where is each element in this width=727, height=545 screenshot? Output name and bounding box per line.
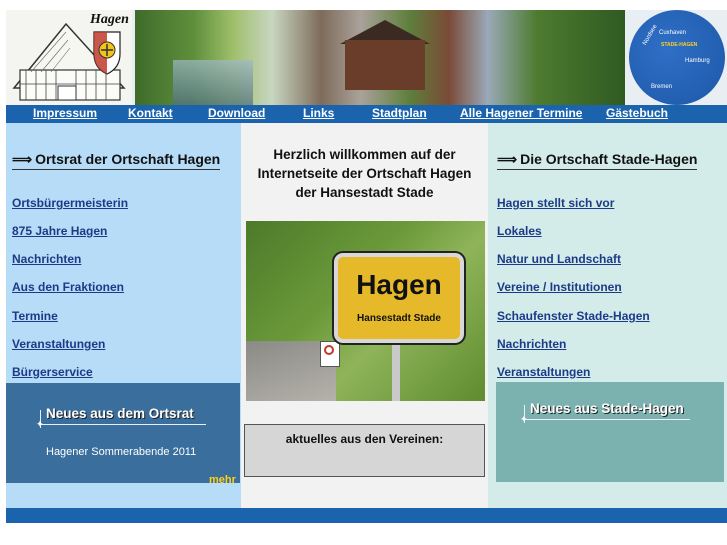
map-label-bremen: Bremen: [651, 84, 673, 90]
link-fraktionen[interactable]: Aus den Fraktionen: [12, 280, 124, 294]
town-sign: Hagen Hansestadt Stade: [334, 253, 464, 343]
header-banner: Hagen Nordsee Cuxhaven STADE-HAGEN Hambu…: [6, 10, 727, 105]
news-item[interactable]: Hagener Sommerabende 2011: [46, 446, 196, 458]
link-lokales[interactable]: Lokales: [497, 224, 542, 238]
sparkle-icon: ✦: [36, 419, 44, 429]
middle-column: Herzlich willkommen auf der Internetseit…: [241, 123, 488, 508]
map-label-stade-hagen: STADE-HAGEN: [661, 42, 698, 48]
map-label-nordsee: Nordsee: [642, 23, 659, 47]
link-875-jahre[interactable]: 875 Jahre Hagen: [12, 224, 107, 238]
left-section-title: ⟹ Ortsrat der Ortschaft Hagen: [12, 151, 221, 170]
link-termine[interactable]: Termine: [12, 309, 58, 323]
speed-sign: [320, 341, 340, 367]
sign-subtitle: Hansestadt Stade: [357, 313, 441, 324]
nav-gaestebuch[interactable]: Gästebuch: [606, 106, 668, 120]
crest-title: Hagen: [90, 12, 129, 27]
header-photos: [135, 10, 625, 105]
link-hagen-stellt-sich-vor[interactable]: Hagen stellt sich vor: [497, 196, 614, 210]
nav-download[interactable]: Download: [208, 106, 265, 120]
top-nav: Impressum Kontakt Download Links Stadtpl…: [6, 105, 727, 123]
news-ortsrat-box[interactable]: Neues aus dem Ortsrat ✦ Hagener Sommerab…: [6, 383, 240, 486]
footer-bar: [6, 508, 727, 523]
link-schaufenster[interactable]: Schaufenster Stade-Hagen: [497, 309, 650, 323]
region-map[interactable]: Nordsee Cuxhaven STADE-HAGEN Hamburg Bre…: [629, 10, 725, 105]
town-sign-photo: Hagen Hansestadt Stade: [246, 221, 485, 401]
nav-kontakt[interactable]: Kontakt: [128, 106, 173, 120]
news-underline: [524, 419, 690, 420]
news-ortsrat-title: Neues aus dem Ortsrat: [46, 406, 194, 421]
farmhouse-photo: [345, 40, 425, 90]
vereine-box: aktuelles aus den Vereinen:: [244, 424, 485, 477]
nav-stadtplan[interactable]: Stadtplan: [372, 106, 427, 120]
more-link[interactable]: mehr: [209, 474, 236, 486]
nav-links[interactable]: Links: [303, 106, 334, 120]
link-vereine[interactable]: Vereine / Institutionen: [497, 280, 622, 294]
link-buergerservice[interactable]: Bürgerservice: [12, 365, 93, 379]
link-ortsbuergermeisterin[interactable]: Ortsbürgermeisterin: [12, 196, 128, 210]
link-veranstaltungen-left[interactable]: Veranstaltungen: [12, 337, 105, 351]
canal-photo: [173, 60, 253, 105]
right-section-title: ⟹ Die Ortschaft Stade-Hagen: [497, 151, 698, 170]
link-nachrichten-right[interactable]: Nachrichten: [497, 337, 566, 351]
sign-title: Hagen: [356, 269, 442, 300]
nav-impressum[interactable]: Impressum: [33, 106, 97, 120]
sign-pole: [392, 339, 400, 401]
map-label-hamburg: Hamburg: [685, 58, 710, 64]
link-nachrichten-left[interactable]: Nachrichten: [12, 252, 81, 266]
nav-alle-termine[interactable]: Alle Hagener Termine: [460, 106, 582, 120]
logo[interactable]: Hagen: [6, 10, 132, 105]
welcome-text: Herzlich willkommen auf der Internetseit…: [257, 147, 472, 200]
map-label-cuxhaven: Cuxhaven: [659, 30, 687, 36]
news-stade-hagen-title: Neues aus Stade-Hagen: [530, 401, 684, 416]
link-veranstaltungen-right[interactable]: Veranstaltungen: [497, 365, 590, 379]
news-stade-hagen-box[interactable]: Neues aus Stade-Hagen ✦: [496, 382, 724, 482]
arrow-right-icon: ⟹: [497, 151, 518, 167]
sparkle-icon: ✦: [520, 414, 528, 424]
news-underline: [40, 424, 206, 425]
vereine-title: aktuelles aus den Vereinen:: [285, 432, 444, 446]
link-natur[interactable]: Natur und Landschaft: [497, 252, 621, 266]
arrow-right-icon: ⟹: [12, 151, 33, 167]
